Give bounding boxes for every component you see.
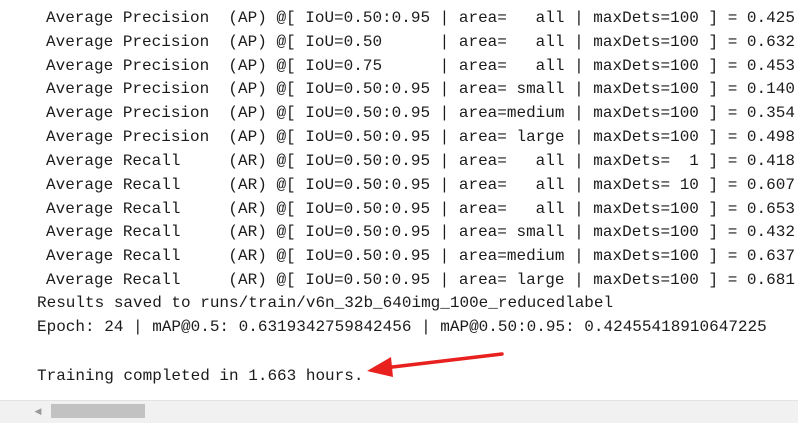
caret-left-icon[interactable]: ◀ (30, 404, 46, 420)
metric-line: Average Recall (AR) @[ IoU=0.50:0.95 | a… (46, 152, 795, 170)
scrollbar-thumb[interactable] (51, 404, 145, 418)
horizontal-scrollbar[interactable]: ◀ (0, 400, 798, 423)
metric-line: Average Precision (AP) @[ IoU=0.50 | are… (46, 33, 795, 51)
metric-line: Average Recall (AR) @[ IoU=0.50:0.95 | a… (46, 271, 795, 289)
training-completed-line: Training completed in 1.663 hours. (37, 367, 364, 385)
console-output: Average Precision (AP) @[ IoU=0.50:0.95 … (0, 0, 798, 400)
epoch-summary-line: Epoch: 24 | mAP@0.5: 0.6319342759842456 … (37, 318, 767, 336)
metric-line: Average Precision (AP) @[ IoU=0.50:0.95 … (46, 128, 795, 146)
metric-line: Average Recall (AR) @[ IoU=0.50:0.95 | a… (46, 223, 795, 241)
results-saved-line: Results saved to runs/train/v6n_32b_640i… (37, 294, 614, 312)
bottom-edge (0, 423, 798, 428)
metric-line: Average Recall (AR) @[ IoU=0.50:0.95 | a… (46, 176, 795, 194)
metric-line: Average Recall (AR) @[ IoU=0.50:0.95 | a… (46, 247, 795, 265)
metric-line: Average Precision (AP) @[ IoU=0.50:0.95 … (46, 9, 795, 27)
metric-line: Average Precision (AP) @[ IoU=0.75 | are… (46, 57, 795, 75)
metric-line: Average Recall (AR) @[ IoU=0.50:0.95 | a… (46, 200, 795, 218)
metric-line: Average Precision (AP) @[ IoU=0.50:0.95 … (46, 104, 795, 122)
metric-line: Average Precision (AP) @[ IoU=0.50:0.95 … (46, 80, 795, 98)
